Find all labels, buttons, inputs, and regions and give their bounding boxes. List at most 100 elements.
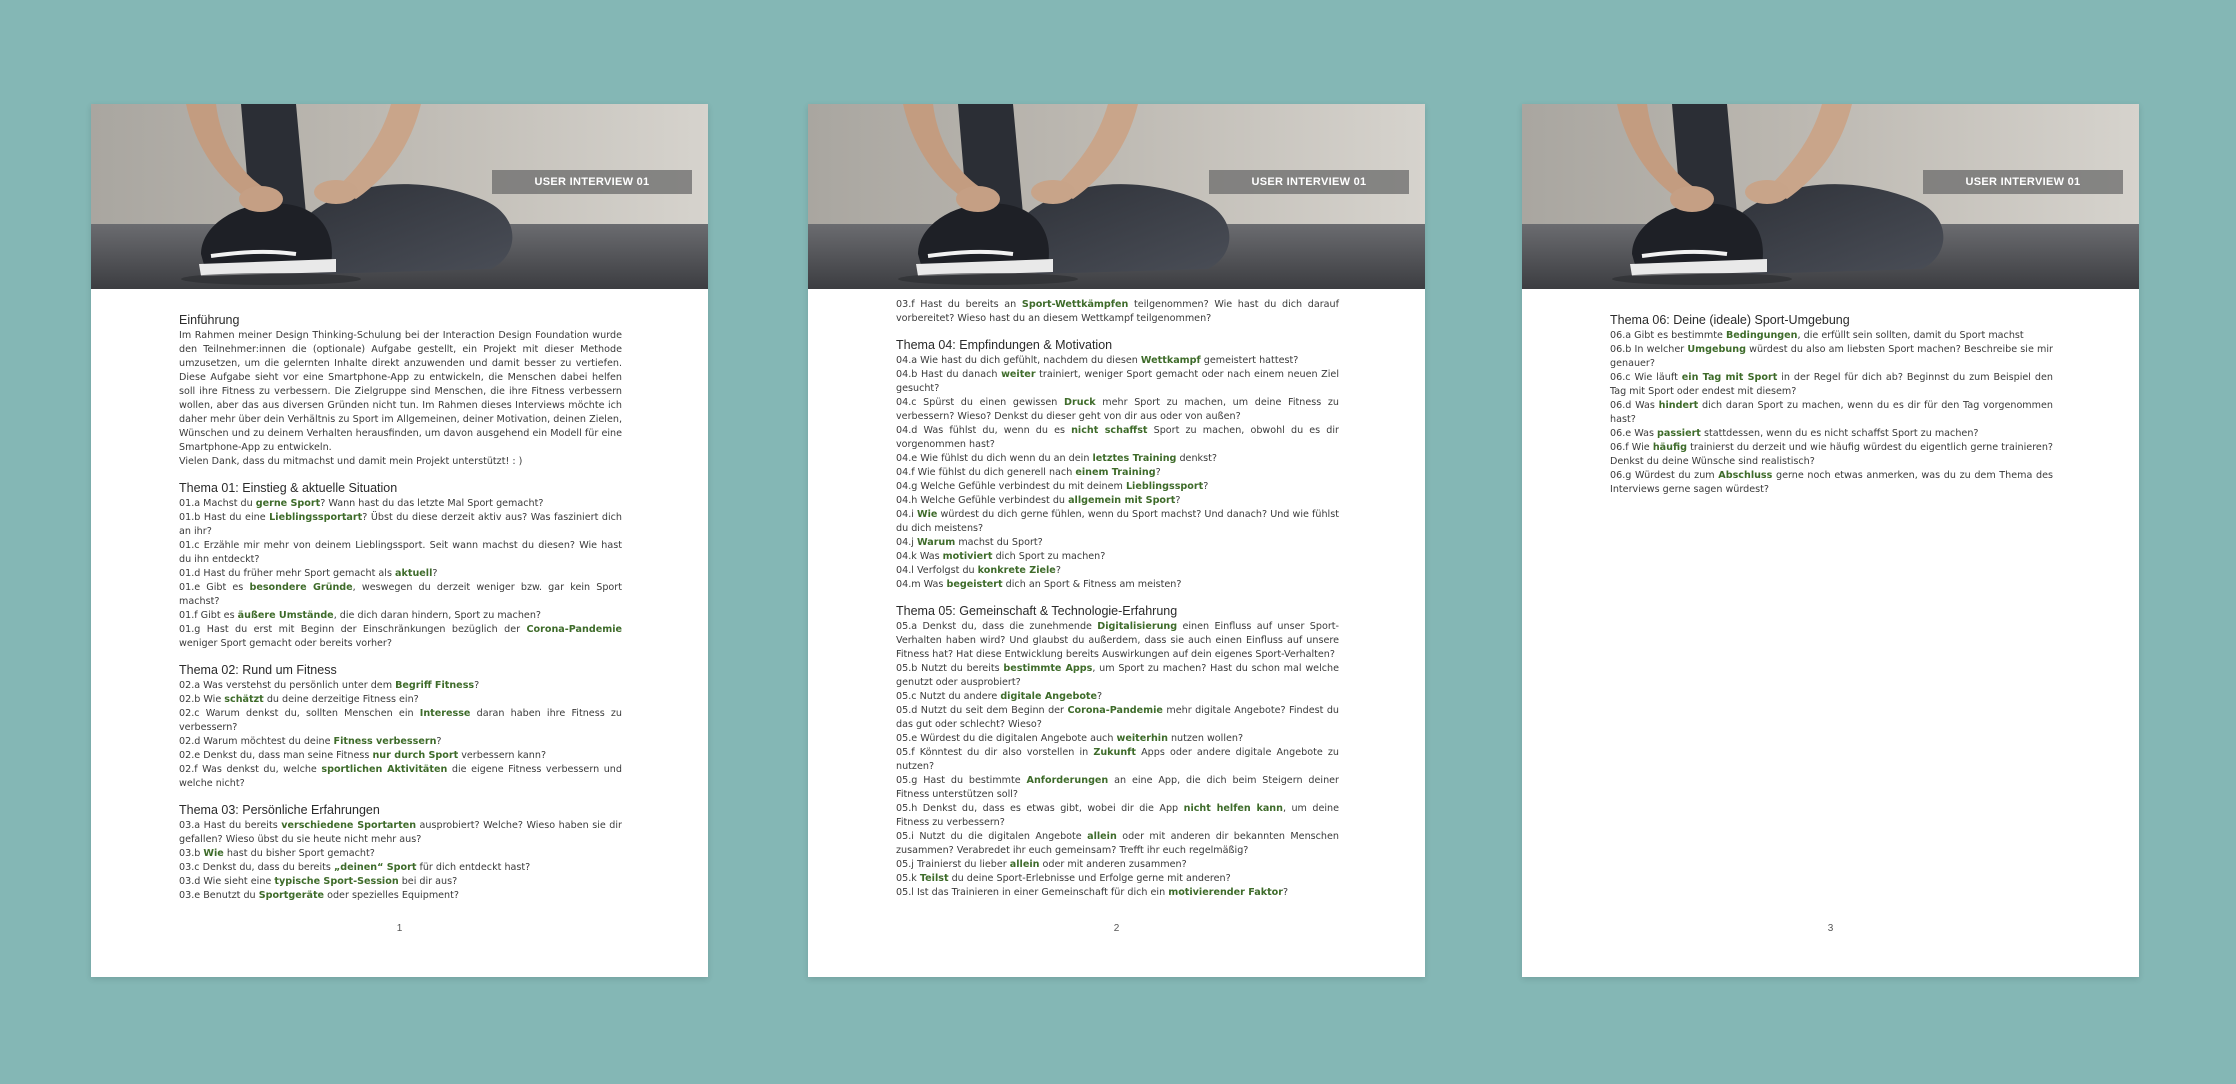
interview-question: 06.g Würdest du zum Abschluss gerne noch…: [1610, 469, 2053, 497]
interview-question: 04.k Was motiviert dich Sport zu machen?: [896, 550, 1339, 564]
question-keyword: Warum: [916, 537, 956, 548]
hero-image: [808, 104, 1425, 289]
question-keyword: motivierender Faktor: [1168, 887, 1283, 898]
interview-question: 03.e Benutzt du Sportgeräte oder speziel…: [179, 889, 622, 903]
question-keyword: Interesse: [419, 708, 471, 719]
question-text: verbessern kann?: [458, 750, 547, 761]
question-text: 02.d Warum möchtest du deine: [179, 736, 334, 747]
question-text: 04.c Spürst du einen gewissen: [896, 397, 1065, 408]
question-keyword: digitale Angebote: [1000, 691, 1097, 702]
section: Thema 03: Persönliche Erfahrungen 03.a Ha…: [179, 802, 622, 903]
intro-paragraph: Vielen Dank, dass du mitmachst und damit…: [179, 456, 523, 467]
question-text: 02.c Warum denkst du, sollten Menschen e…: [179, 708, 420, 719]
question-text: 01.a Machst du: [179, 498, 256, 509]
question-keyword: typische Sport-Session: [274, 876, 399, 887]
question-keyword: allein: [1009, 859, 1040, 870]
question-text: 03.f Hast du bereits an: [896, 299, 1022, 310]
document-page-3: USER INTERVIEW 01 Thema 06: Deine (ideal…: [1522, 104, 2139, 977]
question-text: 05.d Nutzt du seit dem Beginn der: [896, 705, 1068, 716]
question-keyword: verschiedene Sportarten: [281, 820, 417, 831]
question-text: 04.d Was fühlst du, wenn du es: [896, 425, 1072, 436]
interview-question: 04.e Wie fühlst du dich wenn du an dein …: [896, 452, 1339, 466]
question-text: 02.f Was denkst du, welche: [179, 764, 322, 775]
question-text: 02.a Was verstehst du persönlich unter d…: [179, 680, 396, 691]
interview-question: 01.g Hast du erst mit Beginn der Einschr…: [179, 623, 622, 651]
question-keyword: aktuell: [395, 568, 433, 579]
question-keyword: passiert: [1657, 428, 1701, 439]
question-text: ?: [1155, 467, 1161, 478]
question-text: 04.j: [896, 537, 917, 548]
question-keyword: schätzt: [224, 694, 264, 705]
interview-question: 06.f Wie häufig trainierst du derzeit un…: [1610, 441, 2053, 469]
question-keyword: begeistert: [946, 579, 1003, 590]
question-text: 06.f Wie: [1610, 442, 1653, 453]
question-text: 05.l Ist das Trainieren in einer Gemeins…: [896, 887, 1169, 898]
interview-question: 06.d Was hindert dich daran Sport zu mac…: [1610, 399, 2053, 427]
question-keyword: nur durch Sport: [372, 750, 459, 761]
question-keyword: Begriff Fitness: [395, 680, 475, 691]
question-text: 04.e Wie fühlst du dich wenn du an dein: [896, 453, 1093, 464]
interview-question: 03.b Wie hast du bisher Sport gemacht?: [179, 847, 622, 861]
section-title: Thema 01: Einstieg & aktuelle Situation: [179, 481, 398, 495]
interview-question: 03.f Hast du bereits an Sport-Wettkämpfe…: [896, 298, 1339, 326]
intro-paragraph: Im Rahmen meiner Design Thinking-Schulun…: [179, 330, 622, 453]
question-text: 06.b In welcher: [1610, 344, 1688, 355]
question-text: nutzen wollen?: [1167, 733, 1244, 744]
question-keyword: sportlichen Aktivitäten: [321, 764, 448, 775]
interview-question: 05.l Ist das Trainieren in einer Gemeins…: [896, 886, 1339, 900]
section-title: Thema 05: Gemeinschaft & Technologie-Erf…: [896, 604, 1178, 618]
interview-question: 06.a Gibt es bestimmte Bedingungen, die …: [1610, 329, 2053, 343]
question-keyword: Wie: [203, 848, 224, 859]
page-number: 1: [396, 923, 403, 934]
section-title: Thema 04: Empfindungen & Motivation: [896, 338, 1113, 352]
question-text: ?: [474, 680, 480, 691]
hero-image: [91, 104, 708, 289]
question-text: 05.h Denkst du, dass es etwas gibt, wobe…: [896, 803, 1184, 814]
question-text: gemeistert hattest?: [1200, 355, 1299, 366]
interview-question: 05.a Denkst du, dass die zunehmende Digi…: [896, 620, 1339, 662]
question-text: 05.c Nutzt du andere: [896, 691, 1001, 702]
question-keyword: Teilst: [919, 873, 949, 884]
question-keyword: nicht helfen kann: [1183, 803, 1283, 814]
question-text: 05.j Trainierst du lieber: [896, 859, 1010, 870]
question-keyword: nicht schaffst: [1071, 425, 1148, 436]
question-keyword: allein: [1087, 831, 1117, 842]
question-keyword: konkrete Ziele: [977, 565, 1056, 576]
question-text: 02.e Denkst du, dass man seine Fitness: [179, 750, 373, 761]
section-title: Thema 02: Rund um Fitness: [179, 663, 337, 677]
interview-question: 01.a Machst du gerne Sport? Wann hast du…: [179, 497, 622, 511]
question-keyword: Digitalisierung: [1097, 621, 1178, 632]
question-keyword: allgemein mit Sport: [1068, 495, 1176, 506]
question-text: würdest du dich gerne fühlen, wenn du Sp…: [896, 509, 1339, 534]
page-content: 03.f Hast du bereits an Sport-Wettkämpfe…: [896, 298, 1339, 911]
question-keyword: Lieblingssport: [1125, 481, 1204, 492]
question-keyword: Anforderungen: [1026, 775, 1109, 786]
hero-image: [1522, 104, 2139, 289]
interview-question: 05.d Nutzt du seit dem Beginn der Corona…: [896, 704, 1339, 732]
interview-question: 04.h Welche Gefühle verbindest du allgem…: [896, 494, 1339, 508]
question-text: ?: [1203, 481, 1209, 492]
question-keyword: Fitness verbessern: [333, 736, 437, 747]
question-text: 03.c Denkst du, dass du bereits: [179, 862, 334, 873]
question-text: 04.m Was: [896, 579, 947, 590]
question-text: 04.b Hast du danach: [896, 369, 1002, 380]
question-keyword: Corona-Pandemie: [1067, 705, 1163, 716]
question-text: 05.i Nutzt du die digitalen Angebote: [896, 831, 1088, 842]
section-title: Thema 06: Deine (ideale) Sport-Umgebung: [1610, 313, 1850, 327]
question-text: bei dir aus?: [398, 876, 458, 887]
question-keyword: hindert: [1658, 400, 1699, 411]
interview-question: 04.f Wie fühlst du dich generell nach ei…: [896, 466, 1339, 480]
question-text: dich an Sport & Fitness am meisten?: [1002, 579, 1182, 590]
question-text: machst du Sport?: [955, 537, 1043, 548]
document-page-1: USER INTERVIEW 01 Einführung Im Rahmen me…: [91, 104, 708, 977]
question-text: 01.b Hast du eine: [179, 512, 270, 523]
interview-question: 05.k Teilst du deine Sport-Erlebnisse un…: [896, 872, 1339, 886]
question-keyword: motiviert: [942, 551, 993, 562]
interview-question: 06.e Was passiert stattdessen, wenn du e…: [1610, 427, 2053, 441]
interview-question: 02.e Denkst du, dass man seine Fitness n…: [179, 749, 622, 763]
question-text: 04.l Verfolgst du: [896, 565, 978, 576]
question-text: denkst?: [1176, 453, 1217, 464]
question-keyword: Zukunft: [1093, 747, 1136, 758]
question-text: 04.f Wie fühlst du dich generell nach: [896, 467, 1076, 478]
interview-question: 02.a Was verstehst du persönlich unter d…: [179, 679, 622, 693]
